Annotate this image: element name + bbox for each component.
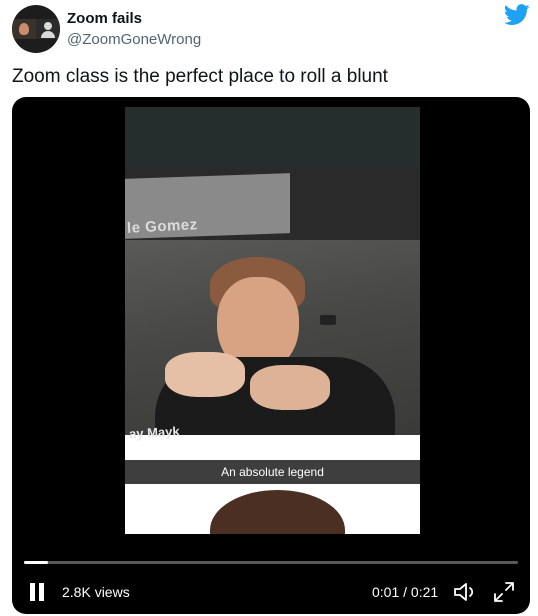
time-display: 0:01 / 0:21 <box>372 584 439 600</box>
person-icon-body <box>41 31 55 38</box>
progress-fill <box>24 561 48 564</box>
user-avatar[interactable] <box>12 5 60 53</box>
video-player[interactable]: le Gomez ay Mayk An absolute legend 2.8K… <box>12 97 530 614</box>
tweet-text: Zoom class is the perfect place to roll … <box>12 66 388 87</box>
person-left-hand <box>165 352 245 397</box>
pause-bar-left <box>30 583 35 601</box>
progress-bar[interactable] <box>24 561 518 564</box>
person-right-hand <box>250 365 330 410</box>
video-frame: le Gomez ay Mayk An absolute legend <box>125 107 420 534</box>
pause-icon[interactable] <box>28 582 48 604</box>
pause-bar-right <box>39 583 44 601</box>
frame-top-area <box>125 107 420 169</box>
avatar-face <box>19 23 29 35</box>
wall-detail <box>320 315 336 325</box>
volume-icon[interactable] <box>452 580 478 604</box>
twitter-bird-icon[interactable] <box>504 4 530 26</box>
video-caption: An absolute legend <box>125 460 420 484</box>
tweet-card: Zoom fails @ZoomGoneWrong Zoom class is … <box>0 0 538 616</box>
fullscreen-icon[interactable] <box>492 580 516 604</box>
user-handle[interactable]: @ZoomGoneWrong <box>67 31 201 48</box>
person-icon-head <box>44 22 52 30</box>
display-name[interactable]: Zoom fails <box>67 10 142 27</box>
view-count: 2.8K views <box>62 584 130 600</box>
name-overlay-bottom: ay Mayk <box>128 423 180 442</box>
